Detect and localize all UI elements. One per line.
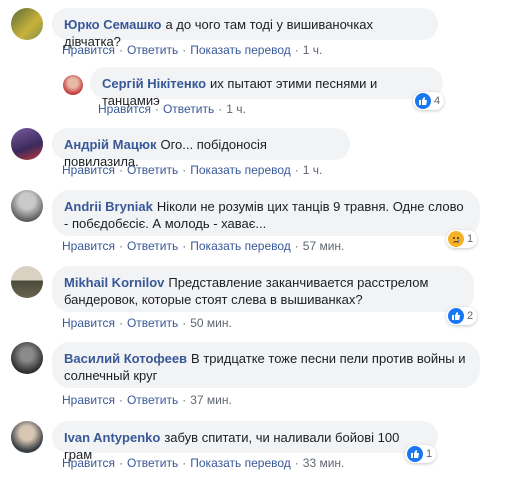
comment-time[interactable]: 1 ч. [303, 163, 323, 177]
comment-actions: Нравится · Ответить · 50 мин. [62, 316, 232, 330]
avatar[interactable] [11, 342, 43, 374]
reply-link[interactable]: Ответить [163, 102, 214, 116]
comment-author[interactable]: Сергій Нікітенко [102, 76, 206, 91]
avatar[interactable] [11, 421, 43, 453]
comment-author[interactable]: Mikhail Kornilov [64, 275, 164, 290]
reaction-badge[interactable]: 1 [446, 230, 478, 248]
comment-time[interactable]: 50 мин. [190, 316, 232, 330]
like-link[interactable]: Нравится [62, 43, 115, 57]
comment-actions: Нравится · Ответить · 37 мин. [62, 393, 232, 407]
translate-link[interactable]: Показать перевод [190, 239, 291, 253]
comment-bubble: Андрій Мацюк Ого... побідоносія повилазил… [52, 128, 350, 169]
reply-link[interactable]: Ответить [127, 316, 178, 330]
comment-actions: Нравится · Ответить · Показать перевод · 33 ми… [62, 456, 345, 470]
comment-time[interactable]: 57 мин. [303, 239, 345, 253]
comment-actions: Нравится · Ответить · Показать перевод · 57 ми… [62, 239, 345, 253]
translate-link[interactable]: Показать перевод [190, 43, 291, 57]
reaction-badge[interactable]: 4 [413, 92, 445, 110]
comment-bubble: Сергій Нікітенко их пытают этими песнями … [90, 67, 443, 108]
comment-actions: Нравится · Ответить · Показать перевод · 1 ч. [62, 163, 323, 177]
comment-author[interactable]: Andrii Bryniak [64, 199, 153, 214]
like-link[interactable]: Нравится [62, 456, 115, 470]
reaction-count: 2 [467, 310, 474, 322]
reaction-badge[interactable]: 1 [405, 445, 437, 463]
reaction-count: 1 [426, 448, 433, 460]
comment-author[interactable]: Василий Котофеев [64, 351, 187, 366]
reaction-count: 4 [434, 95, 441, 107]
comment-time[interactable]: 33 мин. [303, 456, 345, 470]
reaction-badge[interactable]: 2 [446, 307, 478, 325]
comment-time[interactable]: 37 мин. [190, 393, 232, 407]
reply-link[interactable]: Ответить [127, 43, 178, 57]
avatar[interactable] [11, 128, 43, 160]
avatar[interactable] [11, 190, 43, 222]
like-link[interactable]: Нравится [62, 163, 115, 177]
reply-link[interactable]: Ответить [127, 393, 178, 407]
like-link[interactable]: Нравится [98, 102, 151, 116]
like-link[interactable]: Нравится [62, 316, 115, 330]
comment-actions: Нравится · Ответить · 1 ч. [98, 102, 246, 116]
reply-link[interactable]: Ответить [127, 163, 178, 177]
like-link[interactable]: Нравится [62, 239, 115, 253]
like-icon [448, 308, 464, 324]
like-link[interactable]: Нравится [62, 393, 115, 407]
reply-link[interactable]: Ответить [127, 239, 178, 253]
comment-bubble: Василий Котофеев В тридцатке тоже песни п… [52, 342, 480, 388]
translate-link[interactable]: Показать перевод [190, 456, 291, 470]
comment-bubble: Ivan Antypenko забув спитати, чи наливали… [52, 421, 438, 462]
comment-bubble: Andrii Bryniak Ніколи не розумів цих танц… [52, 190, 480, 236]
comment-time[interactable]: 1 ч. [303, 43, 323, 57]
sad-reaction-icon [448, 231, 464, 247]
like-icon [415, 93, 431, 109]
reaction-count: 1 [467, 233, 474, 245]
translate-link[interactable]: Показать перевод [190, 163, 291, 177]
comment-actions: Нравится · Ответить · Показать перевод · 1 ч. [62, 43, 323, 57]
comment-author[interactable]: Андрій Мацюк [64, 137, 156, 152]
avatar[interactable] [11, 266, 43, 298]
comment-time[interactable]: 1 ч. [226, 102, 246, 116]
avatar[interactable] [63, 75, 83, 95]
reply-link[interactable]: Ответить [127, 456, 178, 470]
comment-bubble: Mikhail Kornilov Представление заканчивае… [52, 266, 474, 312]
comment-author[interactable]: Ivan Antypenko [64, 430, 160, 445]
avatar[interactable] [11, 8, 43, 40]
like-icon [407, 446, 423, 462]
comment-author[interactable]: Юрко Семашко [64, 17, 161, 32]
comment-bubble: Юрко Семашко а до чого там тоді у вишиван… [52, 8, 438, 49]
